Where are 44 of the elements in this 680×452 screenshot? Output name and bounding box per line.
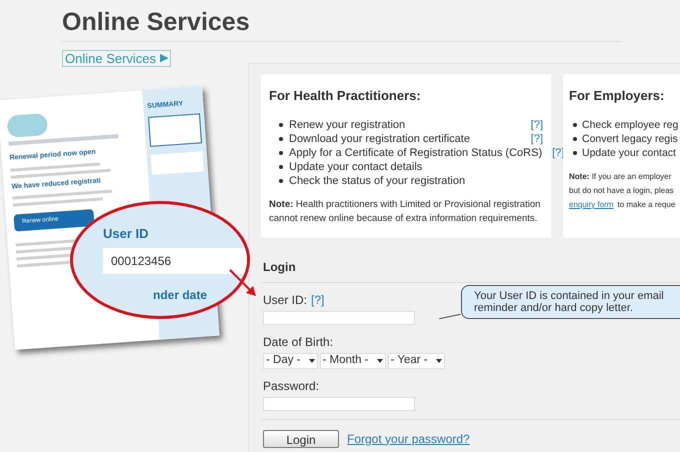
bullet-icon [573,136,577,140]
bullet-icon [279,150,283,154]
pointer-arrow [228,268,258,298]
date-select[interactable]: - Day - [263,352,318,368]
field-label: User ID: [263,292,308,308]
user-id-field[interactable] [263,310,415,324]
caret-icon [436,358,442,362]
tooltip: Your User ID is contained in your email reminder and/or hard copy letter. [461,284,680,318]
help-link[interactable]: [?] [311,290,324,308]
service-link[interactable]: Download your registration certificate [289,132,470,146]
field-label: Date of Birth: [263,334,334,350]
note-text: but do not have a login, pleas [569,184,675,197]
caret-icon [376,358,383,362]
service-link[interactable]: Update your contact details [289,160,422,174]
service-link[interactable]: Convert legacy regis [582,132,678,146]
caret-icon [308,358,314,362]
enquiry-link[interactable]: enquiry form [569,198,614,212]
help-link[interactable]: [?] [526,118,543,132]
password-field[interactable] [263,396,415,410]
note-text: Note: Health practitioners with Limited or Provisional registration cannot renew online because of extra information requirements. [269,198,542,226]
service-link[interactable]: Update your contact [582,146,676,160]
bullet-icon [279,164,283,168]
date-select[interactable]: - Year - [388,352,445,368]
help-link[interactable]: [?] [526,132,543,146]
bullet-icon [279,178,283,182]
bullet-icon [573,122,577,126]
date-select[interactable]: - Month - [320,352,386,368]
service-link[interactable]: Check employee reg [582,118,678,132]
login-button[interactable]: Login [263,430,339,448]
forgot-password-link[interactable]: Forgot your password? [347,430,470,448]
page-title: Online Services [62,7,251,38]
card-title: For Employers: [569,87,666,105]
section-title: Login [262,258,297,276]
note-text: to make a reque [617,198,676,211]
service-link[interactable]: Apply for a Certificate of Registration Status (CoRS) [289,146,542,160]
note-text: Note: If you are an employer [569,170,672,183]
bullet-icon [279,122,283,126]
service-link[interactable]: Check the status of your registration [289,174,466,188]
card-title: For Health Practitioners: [269,87,422,105]
field-label: Password: [263,378,320,394]
leader-line [439,313,461,319]
bullet-icon [573,150,577,154]
service-link[interactable]: Renew your registration [289,118,406,132]
bullet-icon [279,136,283,140]
